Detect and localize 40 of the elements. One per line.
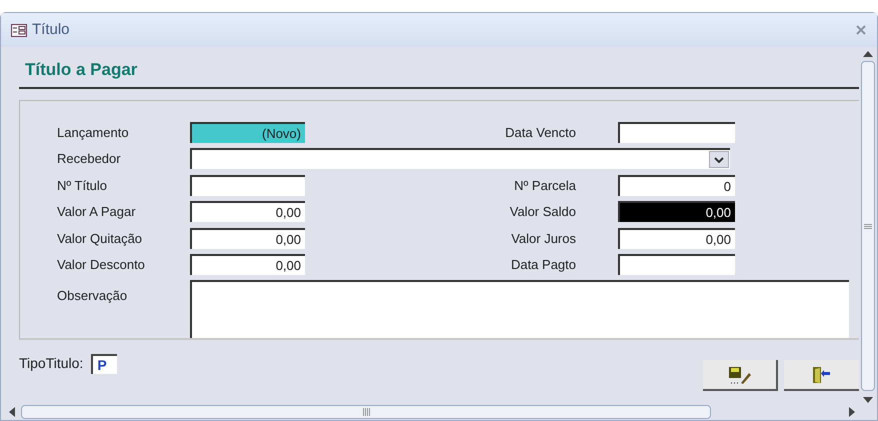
memo-field[interactable] — [190, 280, 849, 338]
field-label: Valor A Pagar — [57, 203, 137, 221]
exit-button[interactable] — [784, 360, 859, 391]
field-label: Nº Parcela — [513, 176, 576, 194]
scroll-left-icon — [9, 407, 15, 417]
form-heading: Título a Pagar — [25, 59, 138, 82]
field-label: Valor Saldo — [508, 203, 576, 221]
dropdown-button[interactable] — [709, 151, 729, 168]
field-label: TipoTitulo: — [19, 354, 84, 373]
field-label: Data Vencto — [504, 124, 576, 142]
input-field[interactable]: 0,00 — [618, 201, 735, 222]
input-field[interactable] — [618, 122, 735, 143]
input-field[interactable]: 0 — [618, 174, 735, 196]
field-label: Recebedor — [57, 150, 122, 168]
input-field[interactable]: 0,00 — [190, 228, 305, 249]
input-field[interactable] — [190, 174, 305, 196]
scroll-thumb[interactable] — [21, 405, 711, 419]
floppy-pencil-icon — [726, 364, 752, 384]
input-field[interactable]: 0,00 — [618, 228, 735, 249]
input-field[interactable]: 0,00 — [190, 201, 305, 222]
scroll-right-icon — [849, 407, 855, 417]
field-label: Valor Juros — [510, 230, 576, 248]
autonumber-field[interactable]: (Novo) — [190, 122, 305, 143]
field-label: Valor Quitação — [57, 230, 144, 248]
field-label: Nº Título — [57, 176, 108, 194]
save-edit-button[interactable] — [703, 360, 778, 391]
combo-box[interactable] — [190, 148, 730, 170]
input-field[interactable] — [618, 254, 735, 276]
scroll-down-icon — [863, 397, 873, 403]
scroll-up-icon — [863, 51, 873, 57]
field-label: Valor Desconto — [57, 256, 146, 274]
form-icon — [11, 24, 27, 36]
input-field[interactable]: 0,00 — [190, 254, 305, 276]
field-label: Data Pagto — [510, 256, 576, 274]
type-field[interactable]: P — [91, 354, 118, 374]
scroll-thumb[interactable] — [861, 61, 875, 391]
window-title: Título — [32, 20, 70, 40]
field-label: Observação — [57, 287, 128, 305]
chevron-down-icon — [714, 156, 724, 163]
field-label: Lançamento — [57, 124, 130, 142]
